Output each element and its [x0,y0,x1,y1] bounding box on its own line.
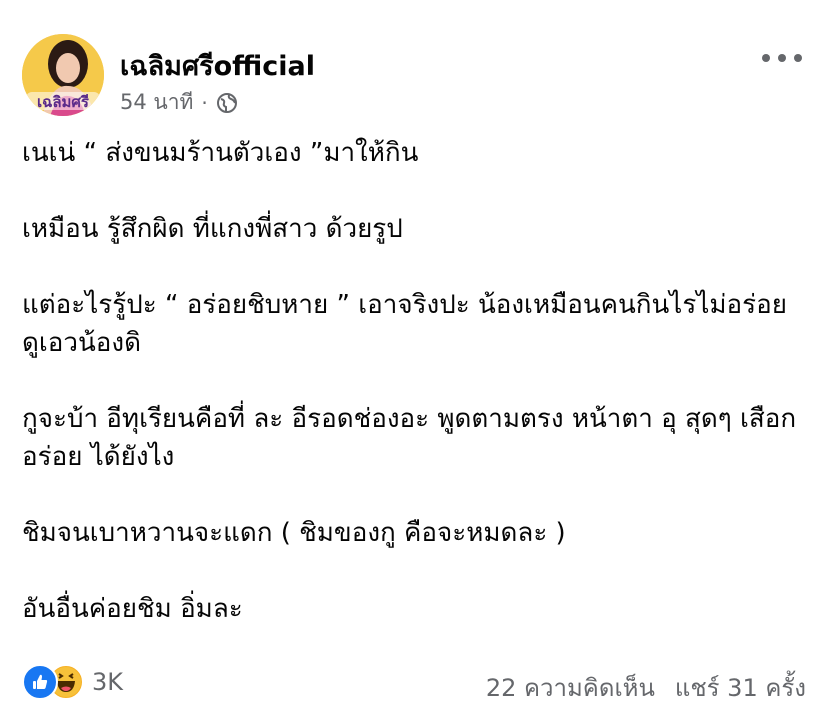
post-meta: 54 นาที · [120,86,238,119]
globe-icon[interactable] [216,92,238,114]
avatar-image: เฉลิมศรี [22,34,104,116]
post-paragraph: เนเน่ “ ส่งขนมร้านตัวเอง ”มาให้กิน [22,138,419,168]
more-dot-icon [762,54,770,62]
shares-count-link[interactable]: แชร์ 31 ครั้ง [675,668,806,707]
post-time[interactable]: 54 นาที [120,86,193,119]
meta-separator: · [201,90,208,115]
facebook-post: เฉลิมศรี เฉลิมศรีofficial 54 นาที · เนเน… [0,0,828,718]
more-dot-icon [794,54,802,62]
avatar-logo-text: เฉลิมศรี [37,93,90,111]
post-header: เฉลิมศรี เฉลิมศรีofficial 54 นาที · [22,34,812,118]
avatar[interactable]: เฉลิมศรี [22,34,104,116]
post-footer: 3K 22 ความคิดเห็น แชร์ 31 ครั้ง [22,660,806,704]
post-paragraph: อันอื่นค่อยชิม อิ่มละ [22,594,243,624]
post-paragraph: แต่อะไรรู้ปะ “ อร่อยชิบหาย ” เอาจริงปะ น… [22,290,796,358]
post-stats: 22 ความคิดเห็น แชร์ 31 ครั้ง [486,668,806,707]
more-dot-icon [778,54,786,62]
page-name[interactable]: เฉลิมศรีofficial [120,44,315,87]
post-text: เนเน่ “ ส่งขนมร้านตัวเอง ”มาให้กิน เหมือ… [22,134,812,628]
reaction-count: 3K [92,668,124,696]
like-icon [22,664,58,700]
more-options-button[interactable] [762,48,802,68]
post-paragraph: เหมือน รู้สึกผิด ที่แกงพี่สาว ด้วยรูป [22,214,403,244]
post-paragraph: กูจะบ้า อีทุเรียนคือที่ ละ อีรอดช่องอะ พ… [22,404,797,472]
post-paragraph: ชิมจนเบาหวานจะแดก ( ชิมของกู คือจะหมดละ … [22,518,566,548]
comments-count-link[interactable]: 22 ความคิดเห็น [486,668,655,707]
reactions-summary[interactable]: 3K [22,664,123,700]
